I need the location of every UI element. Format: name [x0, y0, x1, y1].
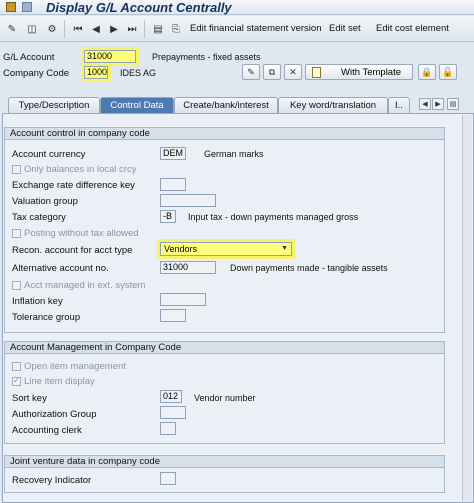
accounting-clerk-label: Accounting clerk	[12, 425, 82, 436]
edit-fs-version-button[interactable]: Edit financial statement version	[190, 23, 321, 34]
exchange-rate-label: Exchange rate difference key	[12, 180, 135, 191]
tab-scroll-right-icon[interactable]: ▶	[432, 98, 444, 110]
tolerance-group-field[interactable]	[160, 309, 186, 322]
line-item-checkbox[interactable]	[12, 375, 21, 386]
tab-scroll-left-icon[interactable]: ◀	[419, 98, 431, 110]
settings-icon[interactable]: ⚙	[44, 21, 60, 37]
group-title: Account control in company code	[5, 128, 444, 140]
inflation-key-label: Inflation key	[12, 296, 63, 307]
joint-venture-group: Joint venture data in company code	[4, 455, 445, 493]
account-currency-field[interactable]: DEM	[160, 147, 186, 160]
company-code-field[interactable]: 1000	[84, 66, 108, 79]
company-code-label: Company Code	[3, 68, 70, 79]
previous-icon[interactable]: ◀	[88, 21, 104, 37]
alternative-account-description: Down payments made - tangible assets	[230, 263, 388, 273]
alternative-account-field[interactable]: 31000	[160, 261, 216, 274]
group-title: Joint venture data in company code	[5, 456, 444, 468]
tax-category-description: Input tax - down payments managed gross	[188, 212, 359, 222]
group-title: Account Management in Company Code	[5, 342, 444, 354]
template-icon	[312, 66, 321, 78]
with-template-label: With Template	[341, 66, 402, 78]
only-balances-checkbox[interactable]	[12, 165, 21, 174]
posting-without-tax-label: Posting without tax allowed	[24, 228, 139, 239]
document-icon[interactable]: ▤	[150, 21, 166, 37]
sort-key-label: Sort key	[12, 393, 47, 404]
application-toolbar: ✎ ◫ ⚙ ⏮ ◀ ▶ ⏭ ▤ ⎘ Edit financial stateme…	[0, 16, 474, 42]
edit-icon[interactable]: ✎	[242, 64, 260, 80]
delete-icon[interactable]: ✕	[284, 64, 302, 80]
sort-key-field[interactable]: 012	[160, 390, 182, 403]
recon-account-label: Recon. account for acct type	[12, 245, 133, 256]
last-page-icon[interactable]: ⏭	[124, 21, 140, 37]
copy-icon[interactable]: ⧉	[263, 64, 281, 80]
posting-without-tax-checkbox[interactable]	[12, 229, 21, 238]
tab-list-icon[interactable]: ▤	[447, 98, 459, 110]
edit-set-button[interactable]: Edit set	[329, 23, 361, 34]
acct-ext-system-checkbox[interactable]	[12, 281, 21, 290]
recovery-indicator-field[interactable]	[160, 472, 176, 485]
tax-category-field[interactable]: -B	[160, 210, 176, 223]
recon-account-value: Vendors	[164, 244, 198, 254]
inflation-key-field[interactable]	[160, 293, 206, 306]
tax-category-label: Tax category	[12, 212, 66, 223]
open-item-checkbox[interactable]	[12, 362, 21, 371]
tab-create-bank-interest[interactable]: Create/bank/interest	[174, 97, 278, 113]
dropdown-arrow-icon: ▼	[281, 245, 288, 252]
account-currency-label: Account currency	[12, 149, 86, 160]
only-balances-label: Only balances in local crcy	[24, 164, 137, 175]
title-bar: Display G/L Account Centrally	[0, 0, 474, 15]
change-display-icon[interactable]: ✎	[4, 21, 20, 37]
toolbar-separator	[144, 20, 145, 38]
tab-strip: Type/Description Control Data Create/ban…	[0, 97, 474, 113]
window-title: Display G/L Account Centrally	[46, 0, 232, 15]
valuation-group-field[interactable]	[160, 194, 216, 207]
unlock-icon[interactable]: 🔓	[439, 64, 457, 80]
valuation-group-label: Valuation group	[12, 196, 78, 207]
exchange-rate-field[interactable]	[160, 178, 186, 191]
tab-type-description[interactable]: Type/Description	[8, 97, 100, 113]
vertical-scrollbar[interactable]	[462, 115, 472, 501]
transaction-icon	[6, 2, 16, 12]
menu-icon[interactable]	[22, 2, 32, 12]
recon-account-dropdown[interactable]: Vendors ▼	[160, 242, 292, 256]
gl-account-description: Prepayments - fixed assets	[152, 52, 261, 62]
tab-key-word-translation[interactable]: Key word/translation	[278, 97, 388, 113]
attachment-icon[interactable]: ⎘	[168, 21, 184, 37]
company-code-description: IDES AG	[120, 68, 157, 78]
alternative-account-label: Alternative account no.	[12, 263, 109, 274]
recovery-indicator-label: Recovery Indicator	[12, 475, 92, 486]
tolerance-group-label: Tolerance group	[12, 312, 81, 323]
tab-more[interactable]: I..	[388, 97, 410, 113]
first-page-icon[interactable]: ⏮	[70, 21, 86, 37]
authorization-group-field[interactable]	[160, 406, 186, 419]
sort-key-description: Vendor number	[194, 393, 256, 403]
lock-icon[interactable]: 🔒	[418, 64, 436, 80]
line-item-label: Line item display	[24, 376, 95, 387]
open-item-label: Open item management	[24, 361, 126, 372]
authorization-group-label: Authorization Group	[12, 409, 97, 420]
tab-control-data[interactable]: Control Data	[100, 97, 174, 113]
next-icon[interactable]: ▶	[106, 21, 122, 37]
acct-ext-system-label: Acct managed in ext. system	[24, 280, 146, 291]
accounting-clerk-field[interactable]	[160, 422, 176, 435]
account-currency-description: German marks	[204, 149, 264, 159]
gl-account-field[interactable]: 31000	[84, 50, 136, 63]
with-template-button[interactable]: With Template	[305, 64, 413, 80]
display-icon[interactable]: ◫	[24, 21, 40, 37]
toolbar-separator	[64, 20, 65, 38]
gl-account-label: G/L Account	[3, 52, 55, 63]
edit-cost-element-button[interactable]: Edit cost element	[376, 23, 449, 34]
